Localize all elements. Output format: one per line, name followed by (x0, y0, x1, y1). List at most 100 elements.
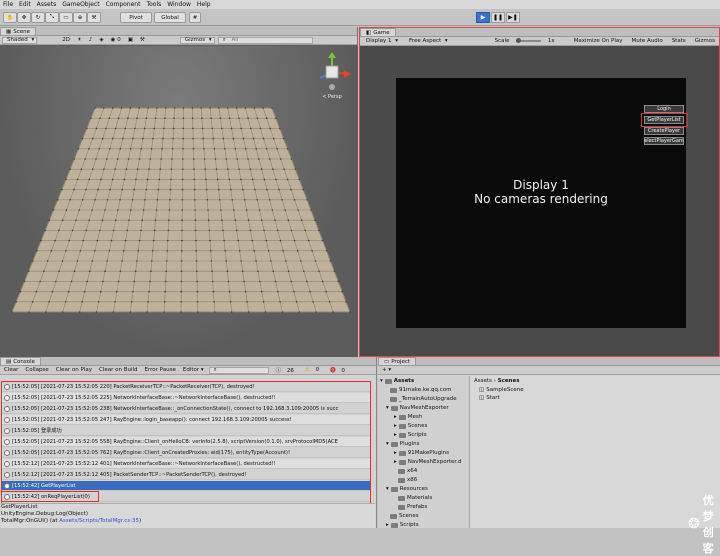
rect-tool-button[interactable]: ▭ (59, 12, 73, 23)
scale-slider-handle[interactable] (516, 38, 522, 43)
stats-toggle[interactable]: Stats (670, 38, 688, 44)
gizmos-dropdown[interactable]: Gizmos ▾ (179, 36, 215, 44)
log-row[interactable]: [15:52:05] [2021-07-23 15:52:05 247] Ray… (2, 415, 370, 425)
tree-item[interactable]: x64 (398, 468, 417, 474)
log-row[interactable]: [15:52:05] [2021-07-23 15:52:05 762] Ray… (2, 448, 370, 458)
grid-snap-button[interactable]: # (189, 12, 201, 23)
log-count-badge[interactable]: ⓘ 26 (272, 366, 298, 374)
aspect-dropdown[interactable]: Free Aspect ▾ (405, 38, 450, 44)
menu-gameobject[interactable]: GameObject (62, 1, 99, 8)
tree-item-label: 91MakePlugins (407, 450, 449, 456)
folder-icon (398, 504, 405, 510)
tree-item[interactable]: ▾ Plugins (386, 441, 419, 447)
collapse-toggle[interactable]: Collapse (23, 367, 50, 373)
breadcrumb-root[interactable]: Assets (474, 378, 492, 384)
menu-file[interactable]: File (3, 1, 13, 8)
pivot-toggle[interactable]: Pivot (120, 12, 152, 23)
project-panel: ▭ Project + ▾ ▾ Assets 91make.ke.qq.com _T… (378, 357, 720, 555)
tools-icon[interactable]: ⚒ (138, 37, 147, 43)
step-button[interactable]: ▶❚ (506, 12, 520, 23)
menu-component[interactable]: Component (106, 1, 141, 8)
display-dropdown[interactable]: Display 1 ▾ (362, 38, 400, 44)
console-search-input[interactable]: ⌕ (208, 366, 269, 374)
tree-item[interactable]: ▸ NavMeshExporter.d (394, 459, 461, 465)
tree-item[interactable]: ▾ NavMeshExporter (386, 405, 449, 411)
play-button[interactable]: ▶ (476, 12, 490, 23)
move-tool-button[interactable]: ✥ (17, 12, 31, 23)
clear-on-play-toggle[interactable]: Clear on Play (54, 367, 94, 373)
pause-button[interactable]: ❚❚ (491, 12, 505, 23)
tree-item[interactable]: Scenes (390, 513, 419, 519)
tree-item-label: x86 (407, 477, 418, 483)
menu-window[interactable]: Window (167, 1, 191, 8)
global-toggle[interactable]: Global (154, 12, 186, 23)
tree-item[interactable]: ▸ Scripts (394, 432, 427, 438)
file-item[interactable]: ◫ Start (479, 395, 500, 401)
breadcrumb-current[interactable]: Scenes (498, 378, 520, 384)
game-gizmos-dropdown[interactable]: Gizmos (693, 38, 717, 44)
audio-icon[interactable]: ♪ (87, 37, 95, 43)
log-row-selected[interactable]: [15:52:42] GetPlayerList (2, 481, 370, 491)
tree-item[interactable]: 91make.ke.qq.com (390, 387, 451, 393)
login-button[interactable]: Login (644, 105, 684, 113)
transform-tool-button[interactable]: ⊕ (73, 12, 87, 23)
log-row[interactable]: [15:52:05] [2021-07-23 15:52:05 225] Net… (2, 393, 370, 403)
script-link[interactable]: Assets/Scripts/TotalMgr.cs:35 (59, 518, 139, 524)
tree-item[interactable]: Prefabs (398, 504, 427, 510)
tree-item[interactable]: _TerrainAutoUpgrade (390, 396, 457, 402)
log-row[interactable]: [15:52:12] [2021-07-23 15:52:12 405] Pac… (2, 470, 370, 480)
orientation-gizmo[interactable]: < Persp (312, 52, 352, 100)
game-viewport[interactable]: Login GetPlayerList CreatePlayer electPl… (396, 78, 688, 328)
editor-dropdown[interactable]: Editor ▾ (181, 367, 206, 373)
tree-item[interactable]: ▸ Scripts (386, 522, 419, 528)
clear-on-build-toggle[interactable]: Clear on Build (97, 367, 140, 373)
log-row[interactable]: [15:52:05] [2021-07-23 15:52:05 220] Pac… (2, 382, 370, 392)
error-count-badge[interactable]: ⓿ 0 (326, 366, 349, 374)
file-item[interactable]: ◫ SampleScene (479, 387, 524, 393)
tree-item[interactable]: ▾ Assets (380, 378, 414, 384)
clear-button[interactable]: Clear (2, 367, 20, 373)
error-pause-toggle[interactable]: Error Pause (143, 367, 178, 373)
scale-tool-button[interactable]: ⤡ (45, 12, 59, 23)
mode-2d-toggle[interactable]: 2D (60, 37, 72, 43)
log-row[interactable]: [15:52:05] 登录成功 (2, 426, 370, 436)
warning-count-badge[interactable]: ⚠ 0 (301, 367, 323, 373)
tree-item[interactable]: x86 (398, 477, 417, 483)
log-row[interactable]: [15:52:05] [2021-07-23 15:52:05 558] Ray… (2, 437, 370, 447)
scene-viewport[interactable]: < Persp (0, 46, 358, 357)
console-detail-pane: GetPlayerList UnityEngine.Debug:Log(Obje… (1, 503, 375, 528)
light-icon[interactable]: ☀ (75, 37, 84, 43)
maximize-on-play-toggle[interactable]: Maximize On Play (572, 38, 625, 44)
tree-item[interactable]: ▸ Mesh (394, 414, 422, 420)
shading-mode-dropdown[interactable]: Shaded ▾ (2, 36, 38, 44)
tab-project[interactable]: ▭ Project (378, 357, 417, 365)
log-row[interactable]: [15:52:05] [2021-07-23 15:52:05 238] Net… (2, 404, 370, 414)
tree-item[interactable]: ▸ Scenes (394, 423, 427, 429)
scene-tab-row: ▦ Scene (0, 27, 357, 36)
tab-scene[interactable]: ▦ Scene (0, 27, 36, 35)
camera-icon[interactable]: ▣ (126, 37, 135, 43)
menu-edit[interactable]: Edit (19, 1, 31, 8)
hand-tool-button[interactable]: ✋ (3, 12, 17, 23)
add-asset-button[interactable]: + ▾ (380, 367, 393, 373)
log-row[interactable]: [15:52:12] [2021-07-23 15:52:12 401] Net… (2, 459, 370, 469)
scale-slider[interactable] (516, 38, 541, 43)
custom-tool-button[interactable]: ⚒ (87, 12, 101, 23)
persp-label[interactable]: < Persp (312, 94, 352, 100)
tab-console[interactable]: ▤ Console (0, 357, 42, 365)
menu-help[interactable]: Help (197, 1, 211, 8)
create-player-button[interactable]: CreatePlayer (644, 127, 684, 135)
tree-item[interactable]: ▸ 91MakePlugins (394, 450, 449, 456)
tree-item[interactable]: ▾ Resources (386, 486, 428, 492)
menu-assets[interactable]: Assets (37, 1, 57, 8)
console-log-list[interactable]: [15:52:05] [2021-07-23 15:52:05 220] Pac… (0, 382, 377, 502)
hidden-icon[interactable]: ◉ 0 (109, 37, 123, 43)
select-player-game-button[interactable]: electPlayerGam (644, 137, 684, 145)
effects-icon[interactable]: ◈ (97, 37, 105, 43)
tab-game[interactable]: ◧ Game (360, 28, 396, 36)
mute-audio-toggle[interactable]: Mute Audio (630, 38, 665, 44)
rotate-tool-button[interactable]: ↻ (31, 12, 45, 23)
scene-search-input[interactable]: ⌕ All (217, 36, 313, 44)
menu-tools[interactable]: Tools (146, 1, 161, 8)
tree-item[interactable]: Materials (398, 495, 432, 501)
